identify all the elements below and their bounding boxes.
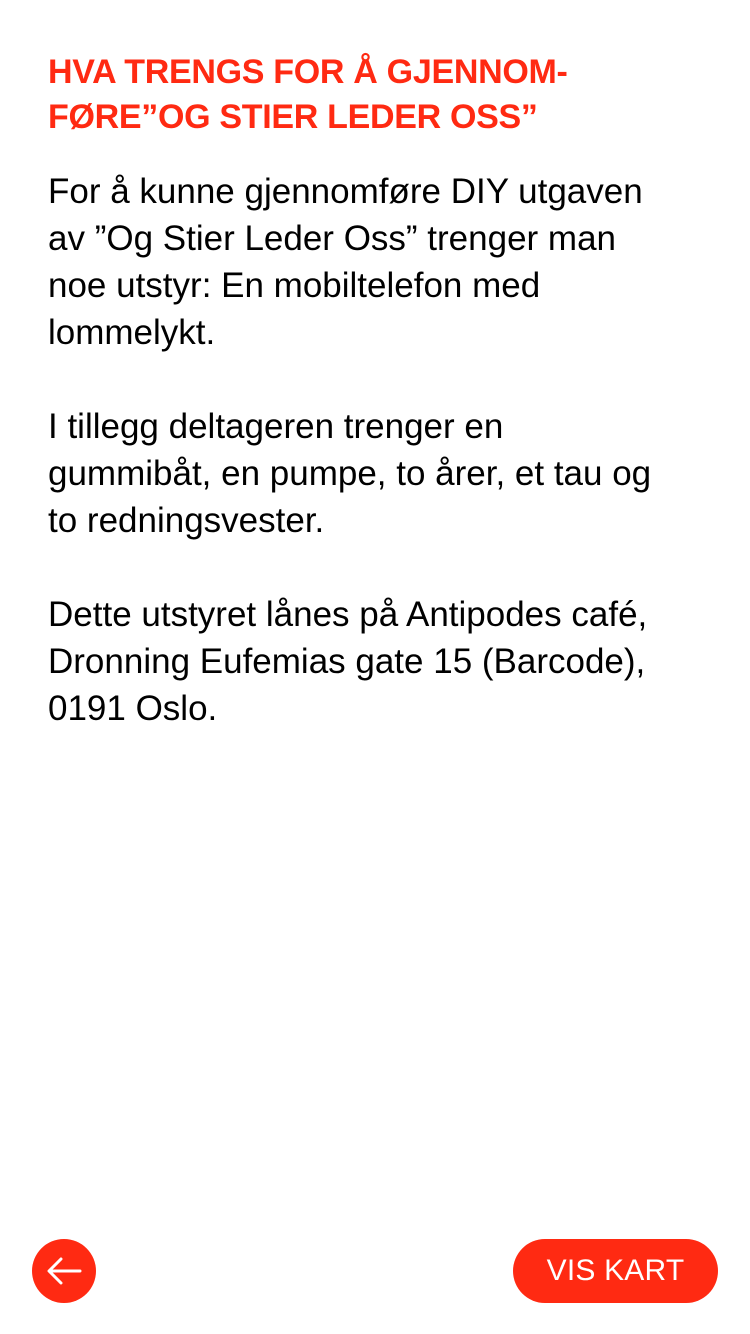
- show-map-button[interactable]: VIS KART: [513, 1239, 718, 1303]
- arrow-left-icon: [44, 1255, 84, 1287]
- text-line: to redningsvester.: [48, 501, 325, 540]
- paragraph-location: Dette utstyret lånes på Antipodes café, …: [48, 591, 718, 732]
- body-text: For å kunne gjennomføre DIY utgaven av ”…: [48, 168, 718, 732]
- text-line: noe utstyr: En mobiltelefon med: [48, 266, 541, 305]
- text-line: I tillegg deltageren trenger en: [48, 407, 504, 446]
- text-line: Dette utstyret lånes på Antipodes café,: [48, 595, 648, 634]
- text-line: Dronning Eufemias gate 15 (Barcode),: [48, 642, 646, 681]
- text-line: 0191 Oslo.: [48, 689, 218, 728]
- screen: HVA TRENGS FOR Å GJENNOM- FØRE”OG STIER …: [0, 0, 750, 1334]
- page-title: HVA TRENGS FOR Å GJENNOM- FØRE”OG STIER …: [48, 50, 718, 140]
- text-line: gummibåt, en pumpe, to årer, et tau og: [48, 454, 652, 493]
- text-line: For å kunne gjennomføre DIY utgaven: [48, 172, 643, 211]
- paragraph-equipment: For å kunne gjennomføre DIY utgaven av ”…: [48, 168, 718, 356]
- content-area: HVA TRENGS FOR Å GJENNOM- FØRE”OG STIER …: [48, 50, 718, 732]
- text-line: av ”Og Stier Leder Oss” trenger man: [48, 219, 616, 258]
- text-line: lommelykt.: [48, 313, 216, 352]
- back-button[interactable]: [32, 1239, 96, 1303]
- page-title-line: FØRE”OG STIER LEDER OSS”: [48, 98, 538, 136]
- paragraph-participant-gear: I tillegg deltageren trenger en gummibåt…: [48, 403, 718, 544]
- page-title-line: HVA TRENGS FOR Å GJENNOM-: [48, 53, 568, 91]
